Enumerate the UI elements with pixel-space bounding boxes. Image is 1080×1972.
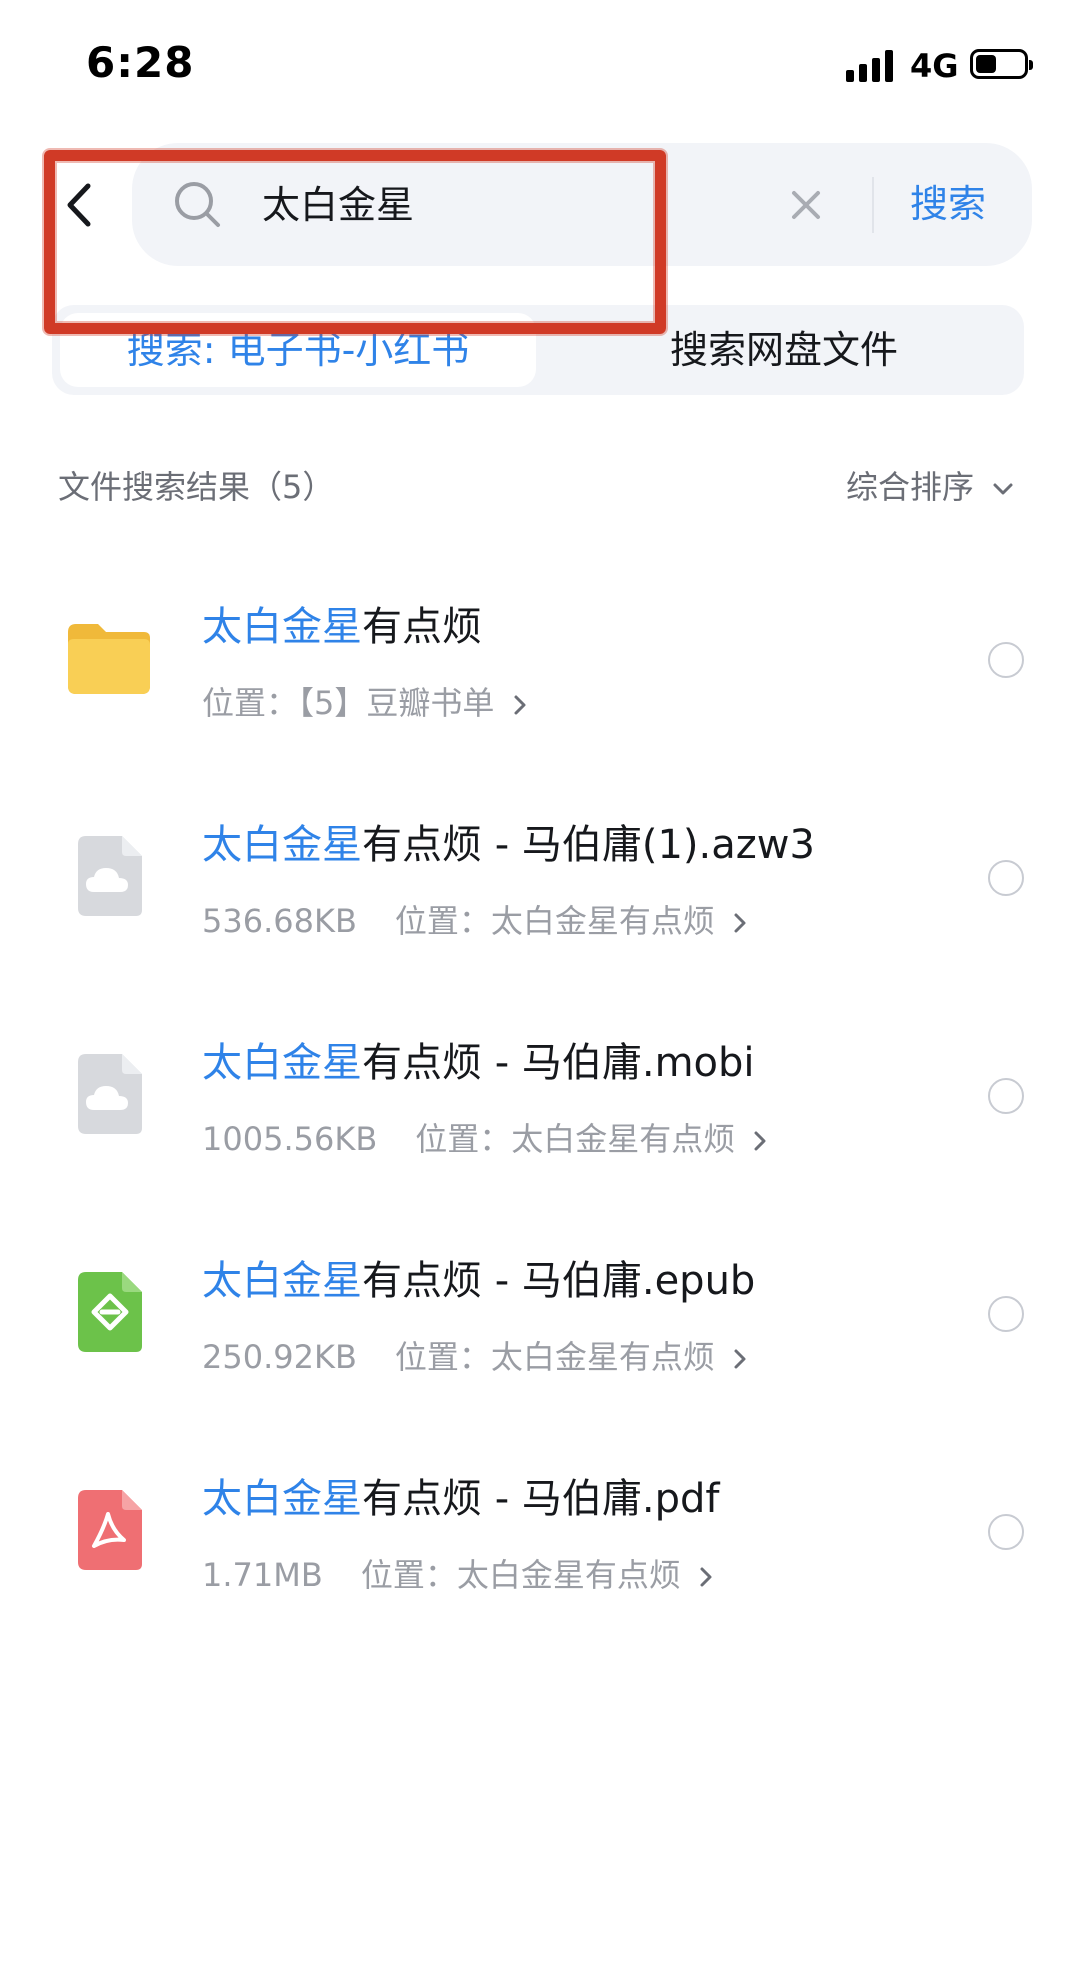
- sort-dropdown[interactable]: 综合排序: [846, 462, 1014, 508]
- select-radio[interactable]: [988, 1514, 1024, 1550]
- file-name-rest: 有点烦 - 马伯庸.mobi: [362, 1040, 755, 1086]
- cloud-file-icon: [64, 830, 154, 920]
- file-row[interactable]: 太白金星有点烦 - 马伯庸(1).azw3 536.68KB 位置：太白金星有点烦: [0, 778, 1080, 996]
- file-name-match: 太白金星: [202, 1040, 362, 1086]
- chevron-down-icon: [993, 483, 1013, 495]
- file-name-match: 太白金星: [202, 822, 362, 868]
- network-label: 4G: [910, 47, 959, 85]
- status-bar: 6:28 4G: [0, 0, 1080, 130]
- tab-ebook-scope[interactable]: 搜索: 电子书-小红书: [60, 313, 536, 387]
- file-size: 250.92KB: [202, 1338, 357, 1376]
- file-row[interactable]: 太白金星有点烦 - 马伯庸.mobi 1005.56KB 位置：太白金星有点烦: [0, 996, 1080, 1214]
- file-name: 太白金星有点烦: [202, 594, 482, 652]
- location-value: 太白金星有点烦: [456, 1556, 681, 1594]
- select-radio[interactable]: [988, 1078, 1024, 1114]
- location-value: 太白金星有点烦: [511, 1120, 736, 1158]
- file-name-match: 太白金星: [202, 1258, 362, 1304]
- chevron-right-icon: [514, 695, 526, 715]
- search-button[interactable]: 搜索: [910, 173, 986, 228]
- file-name-rest: 有点烦: [362, 604, 482, 650]
- select-radio[interactable]: [988, 860, 1024, 896]
- file-name: 太白金星有点烦 - 马伯庸(1).azw3: [202, 812, 815, 870]
- tab-cloud-files[interactable]: 搜索网盘文件: [552, 313, 1016, 387]
- file-results-list: 太白金星有点烦 位置：【5】豆瓣书单 太白金星有点烦 - 马伯庸(1).azw3…: [0, 560, 1080, 1650]
- location-label: 位置：: [202, 684, 299, 722]
- file-name-match: 太白金星: [202, 604, 362, 650]
- location-value: 【5】豆瓣书单: [298, 684, 495, 722]
- location-value: 太白金星有点烦: [490, 1338, 715, 1376]
- location-label: 位置：: [394, 1338, 491, 1376]
- search-scope-tabs: 搜索: 电子书-小红书 搜索网盘文件: [52, 305, 1024, 395]
- location-label: 位置：: [415, 1120, 512, 1158]
- file-row[interactable]: 太白金星有点烦 位置：【5】豆瓣书单: [0, 560, 1080, 778]
- chevron-right-icon: [734, 913, 746, 933]
- location-label: 位置：: [360, 1556, 457, 1594]
- chevron-right-icon: [754, 1131, 766, 1151]
- file-meta[interactable]: 250.92KB 位置：太白金星有点烦: [202, 1332, 747, 1378]
- select-radio[interactable]: [988, 1296, 1024, 1332]
- search-bar: 搜索: [132, 143, 1032, 266]
- location-value: 太白金星有点烦: [490, 902, 715, 940]
- file-size: 1.71MB: [202, 1556, 323, 1594]
- location-label: 位置：: [394, 902, 491, 940]
- file-size: 536.68KB: [202, 902, 357, 940]
- search-divider: [872, 177, 874, 233]
- file-name: 太白金星有点烦 - 马伯庸.pdf: [202, 1466, 719, 1524]
- file-meta[interactable]: 位置：【5】豆瓣书单: [202, 678, 527, 724]
- status-time: 6:28: [86, 38, 195, 87]
- file-name-rest: 有点烦 - 马伯庸.pdf: [362, 1476, 720, 1522]
- file-meta[interactable]: 536.68KB 位置：太白金星有点烦: [202, 896, 747, 942]
- clear-icon[interactable]: [788, 187, 824, 223]
- search-input[interactable]: [262, 171, 762, 231]
- folder-icon: [64, 612, 154, 702]
- file-name-match: 太白金星: [202, 1476, 362, 1522]
- back-icon[interactable]: [58, 180, 98, 230]
- file-name-rest: 有点烦 - 马伯庸.epub: [362, 1258, 756, 1304]
- file-meta[interactable]: 1.71MB 位置：太白金星有点烦: [202, 1550, 713, 1596]
- search-icon: [172, 179, 224, 231]
- sort-label: 综合排序: [846, 468, 975, 506]
- chevron-right-icon: [700, 1567, 712, 1587]
- select-radio[interactable]: [988, 642, 1024, 678]
- signal-icon: [846, 50, 896, 82]
- file-name: 太白金星有点烦 - 马伯庸.mobi: [202, 1030, 755, 1088]
- file-name: 太白金星有点烦 - 马伯庸.epub: [202, 1248, 755, 1306]
- pdf-icon: [64, 1484, 154, 1574]
- battery-icon: [970, 49, 1033, 79]
- results-title: 文件搜索结果（5）: [58, 468, 335, 506]
- file-size: 1005.56KB: [202, 1120, 378, 1158]
- epub-icon: [64, 1266, 154, 1356]
- file-row[interactable]: 太白金星有点烦 - 马伯庸.pdf 1.71MB 位置：太白金星有点烦: [0, 1432, 1080, 1650]
- file-name-rest: 有点烦 - 马伯庸(1).azw3: [362, 822, 815, 868]
- cloud-file-icon: [64, 1048, 154, 1138]
- file-meta[interactable]: 1005.56KB 位置：太白金星有点烦: [202, 1114, 767, 1160]
- chevron-right-icon: [734, 1349, 746, 1369]
- file-row[interactable]: 太白金星有点烦 - 马伯庸.epub 250.92KB 位置：太白金星有点烦: [0, 1214, 1080, 1432]
